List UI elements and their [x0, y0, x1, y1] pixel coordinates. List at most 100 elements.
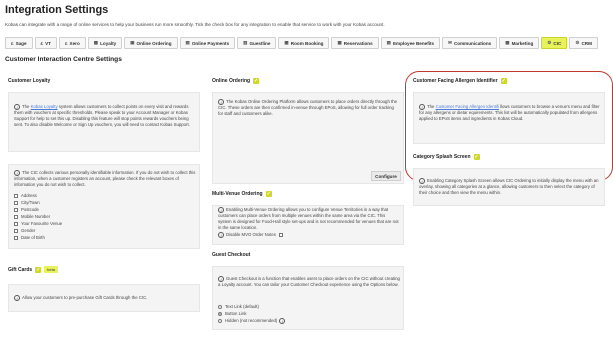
gift-cards-title: Gift Cards ✓ beta [8, 266, 58, 273]
pii-field-label: Your Favourite Venue [21, 221, 63, 226]
pii-field-label: Address [21, 193, 37, 198]
customer-loyalty-title: Customer Loyalty [8, 78, 50, 84]
pii-field-checkbox[interactable] [14, 207, 18, 212]
enabled-check-icon[interactable]: ✓ [265, 191, 272, 197]
kobas-loyalty-link[interactable]: Kobas Loyalty [31, 104, 58, 109]
tab-reservations[interactable]: ▦ Reservations [331, 37, 379, 49]
info-icon: i [218, 276, 224, 282]
tab-loyalty[interactable]: ▦ Loyalty [87, 37, 123, 49]
gift-cards-info: i Allow your customers to pre-purchase Gi… [14, 295, 196, 301]
online-ordering-desc: The Kobas Online Ordering Platform allow… [218, 99, 398, 117]
tab-icon: ▤ [185, 40, 190, 45]
info-icon: i [419, 104, 425, 110]
guest-checkout-radio[interactable] [218, 304, 222, 309]
tab-label: Guestline [249, 40, 271, 46]
tab-label: CIC [553, 40, 562, 46]
guest-checkout-option: Button Link [218, 310, 287, 317]
tab-employee-benefits[interactable]: ▤ Employee Benefits [380, 37, 441, 49]
multi-venue-desc: Enabling Multi-Venue Ordering allows you… [218, 207, 399, 231]
tab-vt[interactable]: £ VT [34, 37, 57, 49]
disable-mvo-notes-checkbox[interactable] [279, 233, 284, 237]
category-splash-info: i Enabling Category Splash Screen allows … [419, 178, 601, 196]
allergen-text-pre: The [427, 104, 436, 110]
disable-mvo-notes-row: i Disable MVO Order Notes [218, 232, 286, 238]
loyalty-text-pre: The [22, 104, 31, 110]
category-splash-title: Category Splash Screen ✓ [413, 154, 480, 160]
tab-label: Loyalty [100, 40, 117, 46]
info-icon: i [218, 99, 224, 105]
category-splash-label: Category Splash Screen [413, 154, 471, 160]
page-title: Integration Settings [5, 4, 109, 16]
info-icon: i [218, 207, 224, 213]
pii-field-checkbox[interactable] [14, 235, 18, 240]
guest-checkout-radio[interactable] [218, 311, 222, 316]
tab-cic[interactable]: ⚙ CIC [541, 37, 568, 49]
personal-info-checklist: Address City/Town Postcode Mobile Number You… [14, 192, 62, 241]
online-ordering-info: i The Kobas Online Ordering Platform allo… [218, 99, 400, 117]
tab-communications[interactable]: ✉ Communications [442, 37, 498, 49]
pii-field-checkbox[interactable] [14, 228, 18, 233]
customer-loyalty-label: Customer Loyalty [8, 78, 51, 84]
info-icon: i [14, 104, 20, 110]
tab-icon: ▤ [386, 40, 391, 45]
info-icon: i [14, 295, 20, 301]
guest-checkout-radio[interactable] [218, 318, 222, 323]
guest-checkout-label: Guest Checkout [212, 252, 251, 258]
tab-icon: ▦ [93, 40, 99, 45]
allergen-identifier-info: i The Customer Facing Allergen Identifi l… [419, 104, 601, 122]
beta-badge: beta [44, 266, 58, 273]
info-icon: i [14, 170, 20, 176]
personal-info-text: i The CIC collects various personally ide… [14, 170, 196, 188]
guest-checkout-options: Text Link (default) Button Link Hidden (no… [218, 303, 287, 324]
info-icon[interactable]: i [279, 317, 286, 324]
tab-crm[interactable]: ⚙ CRM [569, 37, 598, 49]
tab-marketing[interactable]: ▦ Marketing [499, 37, 540, 49]
pii-field-label: Gender [21, 228, 36, 233]
enabled-check-icon[interactable]: ✓ [35, 266, 42, 273]
configure-button[interactable]: Configure [371, 171, 401, 181]
guest-checkout-option-label: Hidden (not recommended) [225, 318, 278, 323]
tab-online-ordering[interactable]: ▣ Online Ordering [124, 37, 178, 49]
pii-field-label: City/Town [21, 200, 40, 205]
pii-field-checkbox[interactable] [14, 214, 18, 219]
enabled-check-icon[interactable]: ✓ [473, 154, 480, 160]
tab-room-booking[interactable]: ▦ Room Booking [278, 37, 330, 49]
section-title: Customer Interaction Centre Settings [5, 56, 122, 63]
pii-field-row: Address [14, 192, 62, 199]
guest-checkout-option-label: Text Link (default) [225, 304, 259, 309]
category-splash-desc: Enabling Category Splash Screen allows C… [419, 178, 599, 196]
tab-label: Online Payments [191, 40, 230, 46]
online-ordering-label: Online Ordering [212, 78, 251, 84]
disable-mvo-notes-label: Disable MVO Order Notes [226, 232, 276, 238]
allergen-identifier-title: Customer Facing Allergen Identifier ✓ [413, 78, 507, 84]
guest-checkout-desc: Guest Checkout is a function that enable… [218, 276, 400, 288]
integration-tabs: £ Sage £ VT £ Xero ▦ Loyalty ▣ Online Ordering ▤ On… [5, 37, 598, 49]
guest-checkout-option-label: Button Link [225, 311, 247, 316]
tab-icon: ▦ [337, 40, 342, 45]
tab-xero[interactable]: £ Xero [58, 37, 86, 49]
tab-icon: ⚙ [575, 40, 580, 45]
pii-field-checkbox[interactable] [14, 221, 18, 226]
tab-guestline[interactable]: ▥ Guestline [237, 37, 277, 49]
pii-field-row: Mobile Number [14, 213, 62, 220]
info-icon: i [419, 178, 425, 184]
online-ordering-title: Online Ordering ✓ [212, 78, 260, 84]
tab-icon: ⚙ [547, 40, 552, 45]
tab-icon: ▦ [284, 40, 289, 45]
allergen-identifier-label: Customer Facing Allergen Identifier [413, 78, 498, 84]
tab-online-payments[interactable]: ▤ Online Payments [179, 37, 236, 49]
intro-text: Kobas can integrate with a range of onli… [5, 22, 385, 27]
tab-label: Reservations [343, 40, 373, 46]
enabled-check-icon[interactable]: ✓ [253, 78, 260, 84]
guest-checkout-info: i Guest Checkout is a function that enabl… [218, 276, 400, 288]
tab-sage[interactable]: £ Sage [5, 37, 33, 49]
pii-field-checkbox[interactable] [14, 200, 18, 205]
multi-venue-info: i Enabling Multi-Venue Ordering allows yo… [218, 207, 400, 231]
allergen-identifier-link[interactable]: Customer Facing Allergen Identifi [436, 104, 499, 109]
pii-field-label: Date of Birth [21, 235, 45, 240]
enabled-check-icon[interactable]: ✓ [500, 78, 507, 84]
guest-checkout-option: Hidden (not recommended) i [218, 317, 287, 324]
guest-checkout-title: Guest Checkout [212, 252, 250, 258]
pii-field-checkbox[interactable] [14, 193, 18, 198]
tab-label: Marketing [511, 40, 534, 46]
